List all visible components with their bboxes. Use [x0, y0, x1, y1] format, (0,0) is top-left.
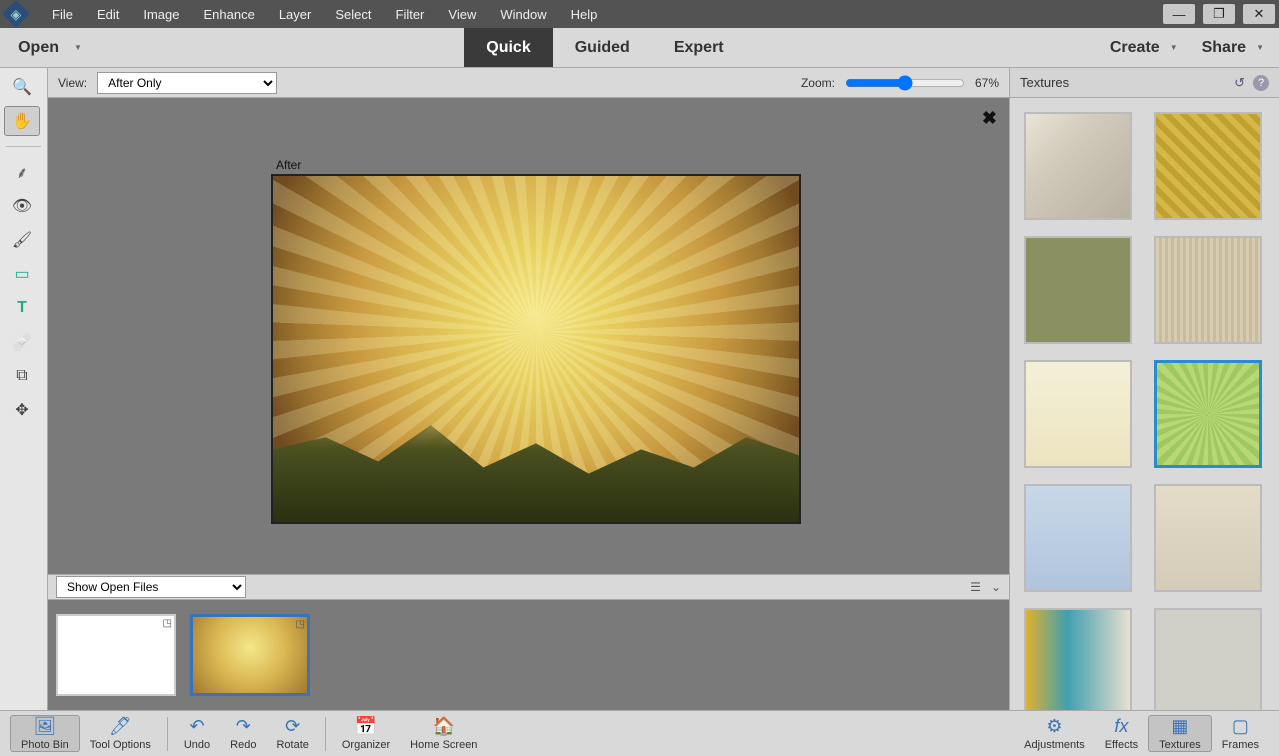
menu-edit[interactable]: Edit: [85, 7, 131, 22]
bin-thumb-2[interactable]: ◳: [190, 614, 310, 696]
menu-filter[interactable]: Filter: [384, 7, 437, 22]
photo-bin-header: Show Open Files ☰ ⌄: [48, 574, 1009, 600]
right-panel: Textures ↺ ?: [1009, 68, 1279, 710]
bin-thumb-1[interactable]: ◳: [56, 614, 176, 696]
menu-help[interactable]: Help: [559, 7, 610, 22]
bin-filter-dropdown[interactable]: Show Open Files: [56, 576, 246, 598]
zoom-tool[interactable]: 🔍: [4, 72, 40, 102]
mode-expert[interactable]: Expert: [652, 28, 746, 67]
straighten-tool[interactable]: ▭: [4, 259, 40, 289]
texture-swatch-4[interactable]: [1154, 236, 1262, 344]
menu-file[interactable]: File: [40, 7, 85, 22]
texture-swatch-3[interactable]: [1024, 236, 1132, 344]
menu-enhance[interactable]: Enhance: [192, 7, 267, 22]
photo-bin-button[interactable]: 🖼Photo Bin: [10, 715, 80, 752]
adjustments-button[interactable]: ⚙Adjustments: [1014, 715, 1095, 752]
rotate-button[interactable]: ⟳Rotate: [266, 716, 318, 751]
texture-swatch-9[interactable]: [1024, 608, 1132, 710]
menu-window[interactable]: Window: [488, 7, 558, 22]
view-bar: View: After Only Zoom: 67%: [48, 68, 1009, 98]
redeye-tool[interactable]: 👁: [4, 191, 40, 221]
title-bar: ◈ File Edit Image Enhance Layer Select F…: [0, 0, 1279, 28]
organizer-button[interactable]: 📅Organizer: [332, 716, 400, 751]
mode-guided[interactable]: Guided: [553, 28, 652, 67]
mode-bar: Open ▼ Quick Guided Expert Create▼ Share…: [0, 28, 1279, 68]
chevron-down-icon: ▼: [1256, 43, 1264, 52]
close-document-button[interactable]: ✖: [982, 108, 997, 129]
menu-select[interactable]: Select: [323, 7, 383, 22]
spot-healing-tool[interactable]: 🩹: [4, 327, 40, 357]
main-menu: File Edit Image Enhance Layer Select Fil…: [40, 7, 609, 22]
texture-swatch-1[interactable]: [1024, 112, 1132, 220]
quick-selection-tool[interactable]: ⸙: [4, 157, 40, 187]
frames-button[interactable]: ▢Frames: [1212, 715, 1269, 752]
chevron-down-icon: ▼: [74, 43, 82, 52]
textures-button[interactable]: ▦Textures: [1148, 715, 1212, 752]
bottom-bar: 🖼Photo Bin 🖊Tool Options ↶Undo ↷Redo ⟳Ro…: [0, 710, 1279, 756]
bin-list-icon[interactable]: ☰: [970, 580, 981, 594]
bin-collapse-icon[interactable]: ⌄: [991, 580, 1001, 594]
effects-button[interactable]: fxEffects: [1095, 715, 1148, 752]
redo-button[interactable]: ↷Redo: [220, 716, 266, 751]
photo-bin: ◳ ◳: [48, 600, 1009, 710]
undo-button[interactable]: ↶Undo: [174, 716, 220, 751]
create-button[interactable]: Create▼: [1110, 39, 1178, 57]
open-label: Open: [18, 39, 59, 57]
view-dropdown[interactable]: After Only: [97, 72, 277, 94]
menu-view[interactable]: View: [436, 7, 488, 22]
window-controls: — ❐ ✕: [1159, 4, 1279, 24]
reset-icon[interactable]: ↺: [1234, 75, 1245, 91]
view-label: View:: [58, 76, 87, 90]
app-icon: ◈: [2, 0, 30, 28]
right-panel-title: Textures: [1020, 75, 1069, 90]
minimize-button[interactable]: —: [1163, 4, 1195, 24]
zoom-label: Zoom:: [801, 76, 835, 90]
whiten-teeth-tool[interactable]: 🖌: [4, 225, 40, 255]
canvas-area: ✖ After: [48, 98, 1009, 574]
texture-swatch-10[interactable]: [1154, 608, 1262, 710]
canvas-image[interactable]: [271, 174, 801, 524]
textures-grid: [1010, 98, 1279, 710]
type-tool[interactable]: T: [4, 293, 40, 323]
open-button[interactable]: Open ▼: [0, 28, 100, 67]
texture-swatch-2[interactable]: [1154, 112, 1262, 220]
close-button[interactable]: ✕: [1243, 4, 1275, 24]
after-label: After: [276, 158, 301, 172]
chevron-down-icon: ▼: [1170, 43, 1178, 52]
share-button[interactable]: Share▼: [1202, 39, 1264, 57]
mode-quick[interactable]: Quick: [464, 28, 552, 67]
menu-image[interactable]: Image: [131, 7, 191, 22]
texture-swatch-5[interactable]: [1024, 360, 1132, 468]
zoom-slider[interactable]: [845, 75, 965, 91]
texture-swatch-6[interactable]: [1154, 360, 1262, 468]
texture-swatch-8[interactable]: [1154, 484, 1262, 592]
home-screen-button[interactable]: 🏠Home Screen: [400, 716, 487, 751]
right-panel-header: Textures ↺ ?: [1010, 68, 1279, 98]
move-tool[interactable]: ✥: [4, 395, 40, 425]
maximize-button[interactable]: ❐: [1203, 4, 1235, 24]
crop-tool[interactable]: ⧉: [4, 361, 40, 391]
tool-palette: 🔍 ✋ ⸙ 👁 🖌 ▭ T 🩹 ⧉ ✥: [0, 68, 48, 710]
hand-tool[interactable]: ✋: [4, 106, 40, 136]
tool-options-button[interactable]: 🖊Tool Options: [80, 716, 161, 751]
help-icon[interactable]: ?: [1253, 75, 1269, 91]
zoom-value: 67%: [975, 76, 999, 90]
menu-layer[interactable]: Layer: [267, 7, 324, 22]
texture-swatch-7[interactable]: [1024, 484, 1132, 592]
